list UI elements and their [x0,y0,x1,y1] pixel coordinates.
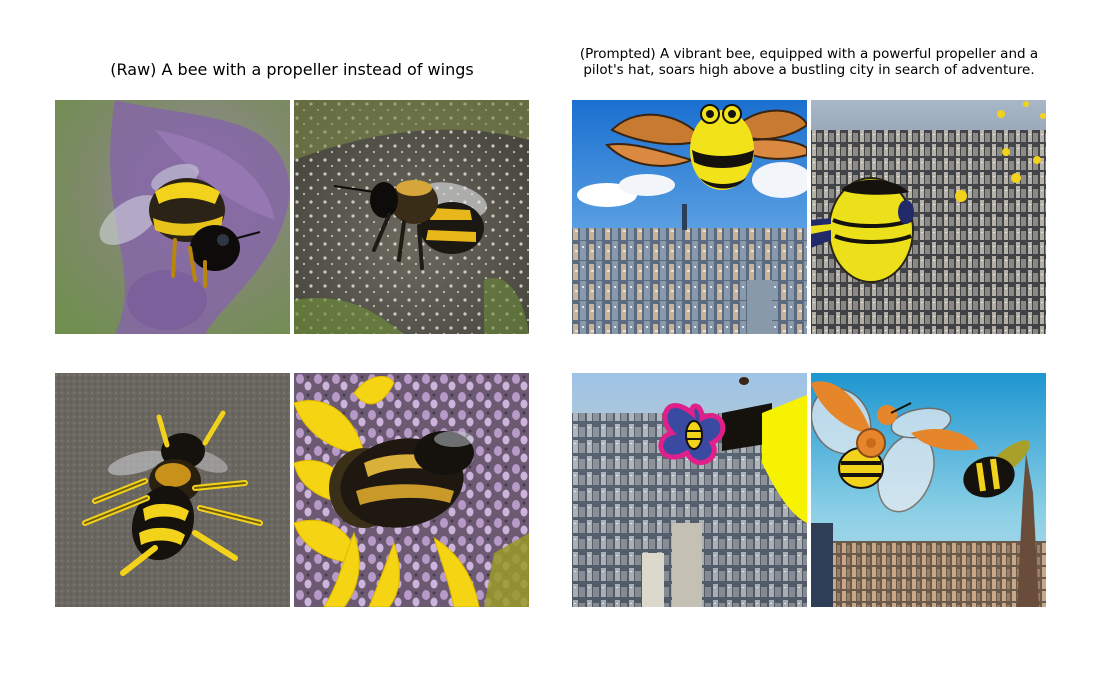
raw-image-4 [294,373,529,607]
raw-image-1-art [55,100,290,334]
prompted-image-4-art [811,373,1046,607]
prompted-image-4 [811,373,1046,607]
prompted-image-3-art [572,373,807,607]
prompted-image-2-art [811,100,1046,334]
raw-image-2 [294,100,529,334]
raw-image-3-art [55,373,290,607]
raw-image-1 [55,100,290,334]
prompted-image-1-art [572,100,807,334]
raw-image-2-art [294,100,529,334]
prompted-image-1 [572,100,807,334]
prompted-caption: (Prompted) A vibrant bee, equipped with … [579,46,1039,79]
raw-image-4-art [294,373,529,607]
raw-caption: (Raw) A bee with a propeller instead of … [110,60,474,79]
prompted-image-2 [811,100,1046,334]
prompted-image-3 [572,373,807,607]
raw-image-3 [55,373,290,607]
